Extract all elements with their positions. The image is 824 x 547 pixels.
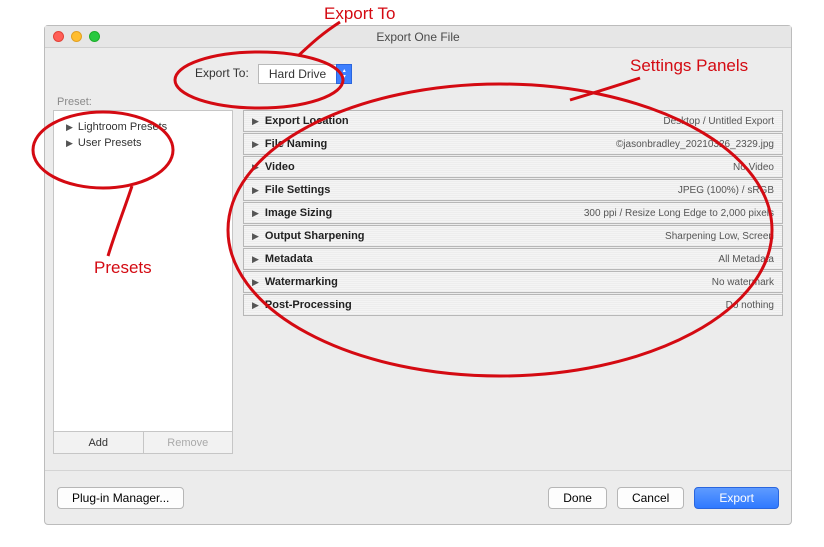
annotation-export-to: Export To: [324, 4, 396, 24]
preset-label: Lightroom Presets: [78, 121, 167, 133]
export-button[interactable]: Export: [694, 487, 779, 509]
chevron-right-icon: ▶: [252, 254, 259, 265]
export-to-select[interactable]: Hard Drive ▴▾: [258, 64, 352, 84]
settings-panel-row[interactable]: ▶ Metadata All Metadata: [243, 248, 783, 270]
export-to-label: Export To:: [195, 66, 249, 80]
export-dialog: Export One File Export To: Hard Drive ▴▾…: [44, 25, 792, 525]
chevron-updown-icon: ▴▾: [336, 64, 352, 84]
settings-panel-row[interactable]: ▶ Post-Processing Do nothing: [243, 294, 783, 316]
chevron-right-icon: ▶: [252, 300, 259, 311]
window-title: Export One File: [376, 30, 459, 44]
settings-panels: Export One File ▶Export LocationDesktop …: [243, 110, 783, 454]
chevron-right-icon: ▶: [252, 208, 259, 219]
close-icon[interactable]: [53, 31, 64, 42]
settings-panel-row[interactable]: ▶ Watermarking No watermark: [243, 271, 783, 293]
chevron-right-icon: ▶: [252, 231, 259, 242]
chevron-right-icon: ▶: [66, 138, 73, 149]
maximize-icon[interactable]: [89, 31, 100, 42]
chevron-right-icon: ▶: [252, 116, 259, 127]
presets-sidebar: ▶ Lightroom Presets ▶ User Presets Add Remo…: [53, 110, 233, 454]
titlebar: Export One File: [45, 26, 791, 48]
chevron-right-icon: ▶: [252, 139, 259, 150]
window-controls: [53, 31, 100, 42]
done-button[interactable]: Done: [548, 487, 607, 509]
panel-summary: Do nothing: [726, 300, 774, 311]
cancel-button[interactable]: Cancel: [617, 487, 684, 509]
panel-summary: No Video: [733, 162, 774, 173]
panel-title: Image Sizing: [265, 207, 332, 219]
chevron-right-icon: ▶: [252, 277, 259, 288]
remove-preset-button[interactable]: Remove: [144, 432, 233, 453]
export-to-row: Export To: Hard Drive ▴▾: [45, 48, 791, 96]
panel-title: Metadata: [265, 253, 313, 265]
settings-panel-row[interactable]: ▶ Video No Video: [243, 156, 783, 178]
settings-panel-row[interactable]: ▶ File Settings JPEG (100%) / sRGB: [243, 179, 783, 201]
preset-label: User Presets: [78, 137, 142, 149]
panel-title: File Naming: [265, 138, 327, 150]
panel-title: Output Sharpening: [265, 230, 365, 242]
chevron-right-icon: ▶: [252, 162, 259, 173]
panel-summary: Desktop / Untitled Export: [663, 116, 774, 127]
minimize-icon[interactable]: [71, 31, 82, 42]
panel-title: Export Location: [265, 115, 349, 127]
export-to-value: Hard Drive: [258, 64, 336, 84]
settings-panel-row[interactable]: ▶ Image Sizing 300 ppi / Resize Long Edge …: [243, 202, 783, 224]
panel-title: Post-Processing: [265, 299, 352, 311]
settings-panel-row[interactable]: ▶ File Naming ©jasonbradley_20210326_2329.…: [243, 133, 783, 155]
panel-title: Video: [265, 161, 295, 173]
panel-summary: 300 ppi / Resize Long Edge to 2,000 pixe…: [584, 208, 774, 219]
chevron-right-icon: ▶: [66, 122, 73, 133]
add-preset-button[interactable]: Add: [54, 432, 144, 453]
settings-panel-row[interactable]: ▶ Output Sharpening Sharpening Low, Screen: [243, 225, 783, 247]
panel-summary: Sharpening Low, Screen: [665, 231, 774, 242]
presets-header: Preset:: [57, 96, 92, 108]
preset-item[interactable]: ▶ User Presets: [66, 135, 232, 151]
main-area: Preset: ▶Lightroom Presets▶User Presets …: [53, 110, 783, 454]
panel-title: File Settings: [265, 184, 330, 196]
settings-panel-row[interactable]: ▶ Export Location Desktop / Untitled Expor…: [243, 110, 783, 132]
panel-summary: ©jasonbradley_20210326_2329.jpg: [616, 139, 774, 150]
bottom-bar: Plug-in Manager... Done Cancel Export: [45, 470, 791, 524]
plugin-manager-button[interactable]: Plug-in Manager...: [57, 487, 184, 509]
preset-item[interactable]: ▶ Lightroom Presets: [66, 119, 232, 135]
panel-summary: All Metadata: [718, 254, 774, 265]
panel-summary: No watermark: [712, 277, 774, 288]
panel-title: Watermarking: [265, 276, 338, 288]
chevron-right-icon: ▶: [252, 185, 259, 196]
panel-summary: JPEG (100%) / sRGB: [678, 185, 774, 196]
